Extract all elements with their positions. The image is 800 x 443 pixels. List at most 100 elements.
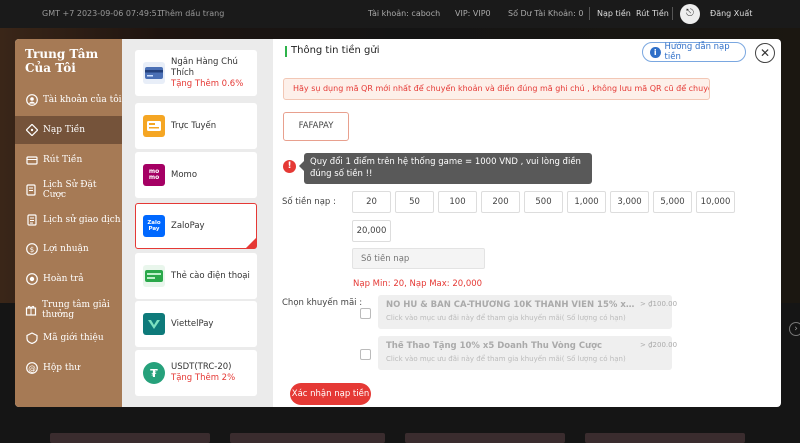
- sidebar-item-label: Lịch sử giao dịch: [43, 215, 121, 225]
- method-label: ViettelPay: [171, 318, 214, 329]
- method-label: Momo: [171, 169, 198, 180]
- amount-option[interactable]: 50: [395, 191, 434, 213]
- server-time: GMT +7 2023-09-06 07:49:51: [42, 9, 162, 18]
- logout-icon[interactable]: ⎋: [680, 4, 700, 24]
- method-zalopay[interactable]: Zalo Pay ZaloPay: [135, 203, 257, 249]
- game-thumbnail[interactable]: [230, 433, 385, 443]
- sidebar-item-referral-code[interactable]: Mã giới thiệu: [15, 324, 122, 352]
- confirm-deposit-button[interactable]: Xác nhận nạp tiền: [290, 383, 371, 405]
- game-thumbnail[interactable]: [50, 433, 210, 443]
- carousel-next-icon[interactable]: ›: [789, 322, 800, 336]
- amount-option[interactable]: 200: [481, 191, 520, 213]
- account-name: Tài khoản: caboch: [368, 9, 441, 18]
- deposit-limits: Nạp Min: 20, Nạp Max: 20,000: [353, 279, 483, 289]
- sidebar-item-label: Lợi nhuận: [43, 244, 89, 254]
- sidebar-item-withdraw[interactable]: Rút Tiền: [15, 146, 122, 174]
- amount-option[interactable]: 10,000: [696, 191, 735, 213]
- deposit-icon: [25, 124, 38, 137]
- method-bonus: Tặng Thêm 0.6%: [171, 78, 244, 89]
- sidebar-item-label: Hoàn trả: [43, 274, 84, 284]
- method-viettelpay[interactable]: ViettelPay: [135, 301, 257, 347]
- sidebar-item-label: Lịch Sử Đặt Cược: [42, 180, 97, 200]
- method-label: Ngân Hàng Chú Thích: [171, 56, 238, 78]
- game-thumbnail[interactable]: [585, 433, 745, 443]
- sidebar-item-transaction-history[interactable]: Lịch sử giao dịch: [15, 206, 122, 234]
- zalopay-icon: Zalo Pay: [143, 215, 165, 237]
- sidebar-item-bet-history[interactable]: Lịch Sử Đặt Cược: [15, 176, 122, 204]
- amount-option[interactable]: 1,000: [567, 191, 606, 213]
- amount-option[interactable]: 5,000: [653, 191, 692, 213]
- close-icon[interactable]: ✕: [755, 43, 775, 63]
- top-bar: GMT +7 2023-09-06 07:49:51 Thêm dấu tran…: [0, 0, 800, 28]
- guide-label: Hướng dẫn nạp tiền: [664, 42, 730, 62]
- add-bookmark-link[interactable]: Thêm dấu trang: [160, 9, 224, 18]
- header-accent: [285, 46, 287, 57]
- method-usdt[interactable]: ₮ USDT(TRC-20) Tặng Thêm 2%: [135, 350, 257, 396]
- sidebar-item-label: Trung tâm giải thưởng: [42, 300, 110, 320]
- info-icon: i: [650, 46, 661, 58]
- amount-option[interactable]: 20: [352, 191, 391, 213]
- sidebar-item-label: Hộp thư: [43, 363, 81, 373]
- promo-description: Click vào mục ưu đãi này để tham gia khu…: [386, 355, 626, 363]
- sidebar-item-rebate[interactable]: Hoàn trả: [15, 265, 122, 293]
- promo-checkbox[interactable]: [360, 308, 371, 319]
- svg-text:$: $: [29, 246, 33, 254]
- amount-option[interactable]: 20,000: [352, 220, 391, 242]
- sidebar-item-my-account[interactable]: Tài khoản của tôi: [15, 86, 122, 114]
- channel-fafapay[interactable]: FAFAPAY: [283, 112, 349, 141]
- phone-card-icon: [143, 265, 165, 287]
- transaction-history-icon: [25, 214, 38, 227]
- payment-method-list: Ngân Hàng Chú Thích Tặng Thêm 0.6% Trực T…: [122, 39, 273, 407]
- game-thumbnail[interactable]: [405, 433, 565, 443]
- promo-min-amount: > ₫200.00: [640, 341, 678, 349]
- logout-link[interactable]: Đăng Xuất: [710, 9, 752, 18]
- qr-notice: Hãy sụ dụng mã QR mới nhất để chuyển kho…: [283, 78, 710, 100]
- sidebar-item-label: Rút Tiền: [43, 155, 83, 165]
- deposit-modal: Trung Tâm Của Tôi Tài khoản của tôi Nạp …: [15, 39, 781, 407]
- method-label: Trực Tuyến: [171, 120, 217, 131]
- sidebar-item-label: Nạp Tiền: [43, 125, 86, 135]
- referral-icon: [25, 332, 38, 345]
- warning-icon: !: [283, 160, 296, 173]
- topbar-deposit-link[interactable]: Nạp tiền: [597, 9, 631, 18]
- amount-option[interactable]: 500: [524, 191, 563, 213]
- amount-option[interactable]: 3,000: [610, 191, 649, 213]
- method-label: ZaloPay: [171, 220, 205, 231]
- amount-label: Số tiền nạp :: [282, 197, 336, 207]
- panel-title: Thông tin tiền gửi: [291, 45, 380, 56]
- sidebar-title: Trung Tâm Của Tôi: [25, 47, 99, 75]
- method-momo[interactable]: mo mo Momo: [135, 152, 257, 198]
- selected-check-icon: [246, 238, 256, 248]
- vip-level: VIP: VIP0: [455, 9, 491, 18]
- account-balance: Số Dư Tài Khoản: 0: [508, 9, 584, 18]
- amount-option[interactable]: 100: [438, 191, 477, 213]
- svg-text:@: @: [28, 364, 36, 373]
- bet-history-icon: [25, 184, 38, 197]
- promo-checkbox[interactable]: [360, 349, 371, 360]
- account-sidebar: Trung Tâm Của Tôi Tài khoản của tôi Nạp …: [15, 39, 122, 407]
- sidebar-item-label: Tài khoản của tôi: [43, 95, 122, 105]
- promo-option[interactable]: NỔ HŨ & BẮN CÁ-THƯỞNG 10K THÀNH VIÊN 15%…: [378, 295, 677, 329]
- withdraw-icon: [25, 154, 38, 167]
- online-pay-icon: [143, 115, 165, 137]
- promo-option[interactable]: Thể Thao Tặng 10% x5 Doanh Thu Vòng Cược…: [378, 336, 677, 370]
- sidebar-item-reward-center[interactable]: Trung tâm giải thưởng: [15, 294, 122, 326]
- method-bank-transfer[interactable]: Ngân Hàng Chú Thích Tặng Thêm 0.6%: [135, 50, 257, 96]
- divider: [589, 7, 590, 20]
- promo-title: NỔ HŨ & BẮN CÁ-THƯỞNG 10K THÀNH VIÊN 15%…: [386, 300, 636, 310]
- divider: [672, 7, 673, 20]
- sidebar-item-mailbox[interactable]: @ Hộp thư: [15, 354, 122, 382]
- promotion-label: Chọn khuyến mãi :: [282, 298, 363, 308]
- deposit-guide-button[interactable]: i Hướng dẫn nạp tiền: [642, 42, 746, 62]
- method-label: Thẻ cào điện thoại: [171, 270, 250, 281]
- viettelpay-icon: [143, 313, 165, 335]
- method-phone-card[interactable]: Thẻ cào điện thoại: [135, 253, 257, 299]
- sidebar-item-profit[interactable]: $ Lợi nhuận: [15, 235, 122, 263]
- topbar-withdraw-link[interactable]: Rút Tiền: [636, 9, 669, 18]
- amount-input[interactable]: [352, 248, 485, 269]
- sidebar-item-deposit[interactable]: Nạp Tiền: [15, 116, 122, 144]
- reward-icon: [25, 304, 37, 317]
- usdt-icon: ₮: [143, 362, 165, 384]
- promo-title: Thể Thao Tặng 10% x5 Doanh Thu Vòng Cược: [386, 341, 603, 351]
- method-online[interactable]: Trực Tuyến: [135, 103, 257, 149]
